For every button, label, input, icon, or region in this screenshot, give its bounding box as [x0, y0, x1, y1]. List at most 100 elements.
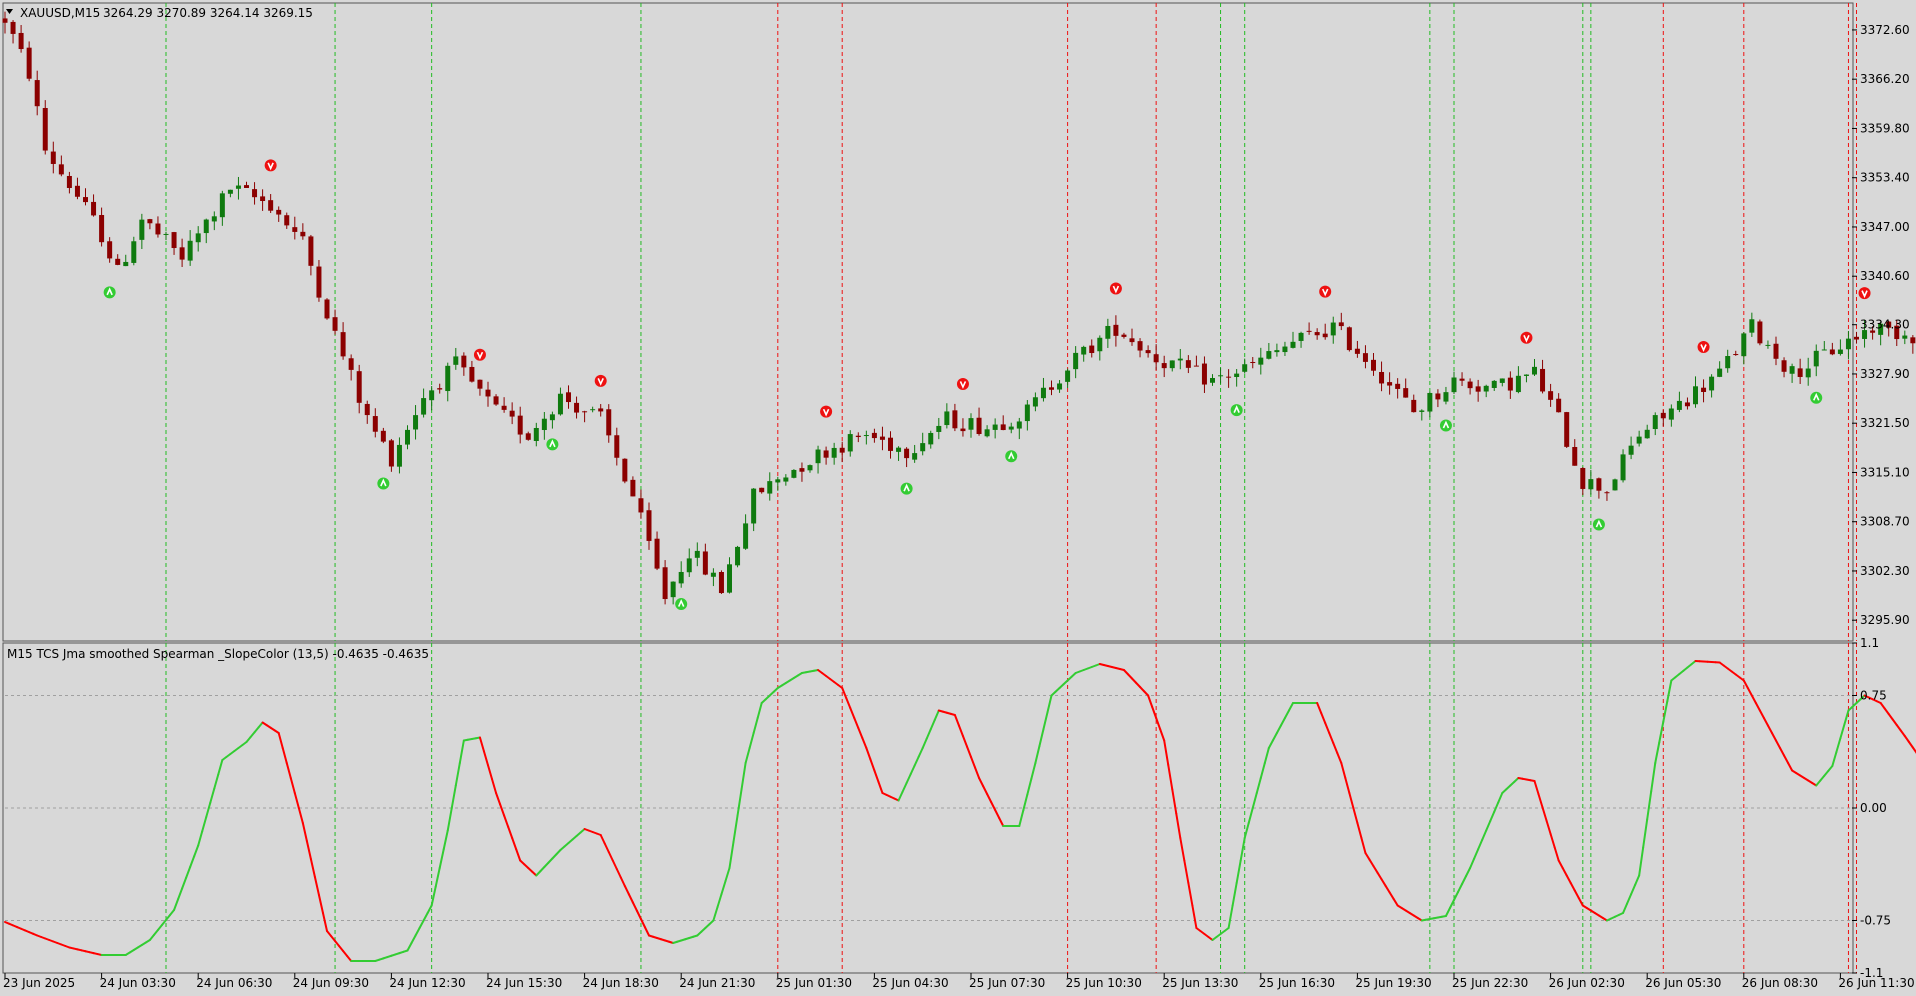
oscillator-segment: [1259, 762, 1266, 779]
oscillator-segment: [909, 764, 916, 776]
oscillator-segment: [643, 926, 650, 937]
oscillator-segment: [1626, 893, 1633, 905]
bull-candle: [1274, 350, 1280, 353]
bull-candle: [396, 444, 402, 467]
oscillator-segment: [603, 842, 610, 853]
bear-candle: [308, 236, 314, 266]
time-tick-label: 24 Jun 06:30: [196, 976, 272, 990]
time-tick-label: 24 Jun 18:30: [583, 976, 659, 990]
price-tick-label: 3295.90: [1860, 613, 1910, 627]
bull-candle: [1483, 385, 1489, 392]
bull-candle: [1515, 375, 1521, 393]
bear-candle: [1773, 343, 1779, 359]
bull-candle: [1620, 454, 1626, 481]
oscillator-segment: [434, 867, 441, 888]
oscillator-segment: [1839, 723, 1846, 740]
bull-candle: [1523, 374, 1529, 376]
oscillator-segment: [1746, 687, 1753, 697]
price-tick-label: 3353.40: [1860, 171, 1910, 185]
oscillator-segment: [1376, 871, 1383, 881]
bear-candle: [1250, 362, 1256, 364]
signal-vertical-lines: [165, 3, 1857, 973]
bull-candle: [227, 189, 233, 194]
oscillator-segment: [458, 739, 465, 764]
oscillator-segment: [1754, 702, 1761, 712]
oscillator-segment: [1742, 679, 1749, 689]
oscillator-segment: [1879, 702, 1886, 710]
symbol-title: XAUUSD,M15: [20, 6, 100, 20]
bear-candle: [1145, 350, 1151, 354]
oscillator-segment: [1887, 713, 1894, 721]
oscillator-segment: [422, 912, 429, 922]
bull-candle: [1765, 344, 1771, 346]
oscillator-segment: [487, 764, 494, 781]
bear-candle: [1540, 368, 1546, 392]
bear-candle: [871, 432, 877, 439]
oscillator-segment: [1573, 889, 1580, 899]
oscillator-segment: [845, 697, 852, 709]
bull-candle: [557, 393, 563, 415]
bear-candle: [1733, 354, 1739, 356]
bear-candle: [1185, 360, 1191, 368]
oscillator-segment: [1372, 865, 1379, 874]
bear-candle: [1797, 368, 1803, 377]
oscillator-segment: [1775, 739, 1782, 749]
chart-canvas: 3372.60 3366.20 3359.80 3353.40 3347.00 3340.…: [2, 2, 1916, 990]
bear-candle: [380, 430, 386, 442]
oscillator-segment: [197, 830, 204, 847]
oscillator-segment: [615, 868, 622, 879]
bull-candle: [1210, 378, 1215, 383]
time-tick-label: 24 Jun 09:30: [293, 976, 369, 990]
oscillator-segment: [1577, 897, 1584, 907]
oscillator-segment: [1320, 712, 1327, 724]
bull-candle: [1813, 350, 1819, 367]
oscillator-segment: [1493, 801, 1500, 813]
oscillator-segment: [1247, 807, 1254, 824]
bull-candle: [1491, 380, 1497, 388]
oscillator-segment: [716, 893, 723, 909]
oscillator-segment: [1646, 790, 1653, 821]
bull-candle: [1330, 322, 1336, 336]
bull-candle: [235, 185, 241, 189]
time-tick-label: 26 Jun 11:30: [1838, 976, 1914, 990]
oscillator-segment: [1533, 780, 1540, 796]
price-tick-label: 3347.00: [1860, 220, 1910, 234]
oscillator-segment: [1275, 724, 1282, 734]
oscillator-segment: [410, 934, 417, 944]
bull-candle: [1032, 397, 1038, 407]
bear-candle: [1395, 383, 1401, 389]
oscillator-segment: [1042, 711, 1049, 731]
oscillator-segment: [1267, 739, 1274, 749]
bull-candle: [1419, 410, 1425, 412]
bear-candle: [348, 358, 354, 370]
oscillator-segment: [1344, 777, 1351, 794]
oscillator-segment: [901, 782, 908, 793]
bull-candle: [1644, 429, 1650, 439]
bear-candle: [340, 332, 346, 357]
oscillator-segment: [917, 747, 924, 758]
symbol-dropdown-icon[interactable]: [6, 9, 13, 14]
oscillator-segment: [1263, 747, 1270, 764]
bull-candle: [743, 523, 749, 549]
oscillator-segment: [1666, 679, 1673, 703]
oscillator-segment: [205, 801, 212, 818]
price-tick-label: 3302.30: [1860, 564, 1910, 578]
oscillator-segment: [317, 894, 324, 914]
oscillator-segment: [1469, 857, 1476, 869]
oscillator-segment: [1279, 717, 1286, 727]
oscillator-segment: [1231, 882, 1238, 907]
bull-candle: [405, 429, 410, 445]
bear-candle: [1089, 345, 1095, 354]
bull-candle: [1097, 337, 1103, 352]
bear-candle: [1137, 341, 1143, 351]
oscillator-segment: [712, 906, 719, 922]
bull-candle: [807, 465, 813, 471]
bear-candle: [171, 232, 177, 249]
time-tick-label: 25 Jun 10:30: [1066, 976, 1142, 990]
oscillator-segment: [499, 803, 506, 817]
bull-candle: [1725, 356, 1731, 369]
oscillator-segment: [623, 885, 630, 896]
oscillator-segment: [430, 885, 437, 907]
bull-candle: [1073, 352, 1079, 370]
time-tick-label: 25 Jun 16:30: [1259, 976, 1335, 990]
